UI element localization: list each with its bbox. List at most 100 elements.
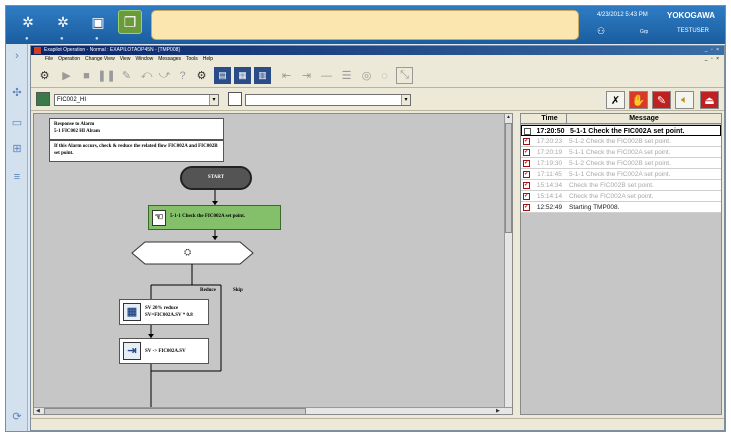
message-checkbox[interactable]: ✓ — [523, 138, 530, 145]
branch-reduce-label: Reduce — [200, 288, 216, 293]
message-checkbox[interactable]: ✓ — [523, 160, 530, 167]
message-row[interactable]: ✓ 17:19:30 5-1-2 Check the FIC002B set poi… — [521, 158, 721, 169]
step-icon[interactable]: ⤻ — [156, 67, 173, 84]
procedure-icon — [36, 92, 50, 106]
message-row[interactable]: ✓ 12:52:49 Starting TMP008. — [521, 202, 721, 213]
menu-bar: File Operation Change View View Window M… — [31, 55, 724, 63]
menu-tools[interactable]: Tools — [186, 55, 198, 63]
play-icon[interactable]: ▶ — [58, 67, 75, 84]
selector-row: FIC002_HI ▾ ▾ ✗ ✋ ✎ 🔈︎ ⏏ — [31, 89, 724, 111]
child-window-controls[interactable]: _ ▫ × — [705, 55, 720, 63]
message-checkbox[interactable]: ✓ — [523, 149, 530, 156]
calc-step-node[interactable]: ▦ SV 20% reduce SV=FIC002A.SV * 0.8 — [119, 299, 209, 325]
message-row[interactable]: 17:20:50 5-1-1 Check the FIC002A set poin… — [521, 125, 721, 136]
message-row[interactable]: ✓ 17:20:19 5-1-1 Check the FIC002A set poi… — [521, 147, 721, 158]
secondary-select[interactable]: ▾ — [245, 94, 411, 106]
start-node[interactable]: START — [180, 166, 252, 190]
message-checkbox[interactable]: ✓ — [523, 171, 530, 178]
help-icon[interactable]: ? — [174, 67, 191, 84]
user-group-icon[interactable]: ⚇ — [597, 26, 605, 37]
menu-messages[interactable]: Messages — [158, 55, 181, 63]
exapilot-window: Exapilot Operation - Normal : EXAPILOTAO… — [30, 45, 725, 431]
indicator-dot: ● — [60, 36, 64, 42]
calc-line-1: SV 20% reduce — [145, 306, 179, 311]
write-step-node[interactable]: ⇥ SV -> FIC002A.SV — [119, 338, 209, 364]
outdent-icon[interactable]: ⇥ — [298, 67, 315, 84]
menu-view[interactable]: View — [120, 55, 131, 63]
message-time: 17:20:19 — [536, 149, 563, 156]
hand-icon: ☜ — [152, 210, 166, 226]
menu-help[interactable]: Help — [203, 55, 213, 63]
target-icon[interactable]: ◎ — [358, 67, 375, 84]
line-icon[interactable]: — — [318, 67, 335, 84]
time-column-header[interactable]: Time — [533, 114, 566, 124]
message-band[interactable] — [151, 10, 579, 40]
hand-stop-icon[interactable]: ✋ — [629, 91, 648, 109]
stop-icon[interactable]: ■ — [78, 67, 95, 84]
pencil-icon[interactable]: ✎ — [652, 91, 671, 109]
robot-icon: ⛭ — [184, 247, 192, 257]
menu-file[interactable]: File — [45, 55, 53, 63]
align-icon[interactable]: ☰ — [338, 67, 355, 84]
message-row[interactable]: ✓ 17:20:23 5-1-2 Check the FIC002B set poi… — [521, 136, 721, 147]
scroll-thumb[interactable] — [505, 123, 512, 233]
message-checkbox[interactable] — [524, 128, 531, 135]
indent-icon[interactable]: ⇤ — [278, 67, 295, 84]
zoom-icon[interactable]: ⤡ — [396, 67, 413, 84]
flow-vertical-scrollbar[interactable]: ▲ — [504, 114, 512, 407]
message-row[interactable]: ✓ 17:11:45 5-1-1 Check the FIC002A set poi… — [521, 169, 721, 180]
flow-horizontal-scrollbar[interactable]: ◀ ▶ — [34, 407, 512, 414]
procedure-value: FIC002_HI — [57, 97, 87, 103]
navigation-icon[interactable]: ✣ — [9, 84, 25, 100]
message-checkbox[interactable]: ✓ — [523, 182, 530, 189]
sun-icon[interactable]: ✲ — [51, 10, 75, 34]
chevron-down-icon[interactable]: ▾ — [401, 95, 410, 105]
message-checkbox[interactable]: ✓ — [523, 193, 530, 200]
edit-icon[interactable]: ✎ — [118, 67, 135, 84]
branch-skip-label: Skip — [233, 288, 243, 293]
left-rail: › ✣ ▭ ⊞ ≡ ⟳ — [6, 44, 28, 431]
message-column-header[interactable]: Message — [566, 114, 721, 124]
options-icon[interactable]: ⚙ — [193, 67, 210, 84]
active-step-node[interactable]: ☜ 5-1-1 Check the FIC002A set point. — [148, 205, 281, 230]
panel-icon[interactable]: ▭ — [9, 114, 25, 130]
menu-window[interactable]: Window — [135, 55, 153, 63]
expand-icon[interactable]: › — [9, 48, 25, 64]
message-checkbox[interactable]: ✓ — [523, 204, 530, 211]
pause-icon[interactable]: ❚❚ — [97, 67, 115, 84]
window-icon[interactable]: ▣ — [86, 10, 110, 34]
status-bar — [31, 418, 724, 430]
speaker-icon[interactable]: 🔈︎ — [675, 91, 694, 109]
indicator-dot: ● — [25, 36, 29, 42]
sun-icon[interactable]: ✲ — [16, 10, 40, 34]
acknowledge-icon[interactable]: ✗ — [606, 91, 625, 109]
window-controls[interactable]: _ ▫ × — [705, 46, 720, 55]
message-row[interactable]: ✓ 15:14:34 Check the FIC002B set point. — [521, 180, 721, 191]
chevron-down-icon[interactable]: ▾ — [209, 95, 218, 105]
list-icon[interactable]: ≡ — [9, 169, 25, 185]
message-row[interactable]: ✓ 15:14:14 Check the FIC002A set point. — [521, 191, 721, 202]
flow-view-icon[interactable]: ▦ — [234, 67, 251, 84]
step-back-icon[interactable]: ⤺ — [138, 67, 155, 84]
chart-view-icon[interactable]: ▤ — [214, 67, 231, 84]
table-view-icon[interactable]: ▥ — [254, 67, 271, 84]
procedure-select[interactable]: FIC002_HI ▾ — [54, 94, 219, 106]
grid-icon[interactable]: ⊞ — [9, 140, 25, 156]
group-label: Grp — [640, 29, 649, 35]
message-time: 17:20:23 — [536, 138, 563, 145]
menu-operation[interactable]: Operation — [58, 55, 80, 63]
scroll-up-icon[interactable]: ▲ — [506, 114, 511, 120]
scroll-right-icon[interactable]: ▶ — [496, 408, 500, 414]
user-name[interactable]: TESTUSER — [677, 28, 709, 34]
menu-change-view[interactable]: Change View — [85, 55, 115, 63]
exit-icon[interactable]: ⏏ — [700, 91, 719, 109]
settings-icon[interactable]: ⟳ — [9, 408, 25, 424]
windows-icon[interactable]: ❐ — [118, 10, 142, 34]
scroll-left-icon[interactable]: ◀ — [36, 408, 40, 414]
window-titlebar[interactable]: Exapilot Operation - Normal : EXAPILOTAO… — [31, 46, 724, 55]
run-procedure-icon[interactable]: ⚙ — [36, 67, 53, 84]
system-bar: ✲ ● ✲ ● ▣ ● ❐ 4/23/2012 5:43 PM YOKOGAWA… — [6, 6, 725, 44]
scroll-thumb[interactable] — [44, 408, 306, 414]
circle-icon[interactable]: ◌ — [376, 67, 393, 84]
brand-logo: YOKOGAWA — [667, 11, 716, 20]
